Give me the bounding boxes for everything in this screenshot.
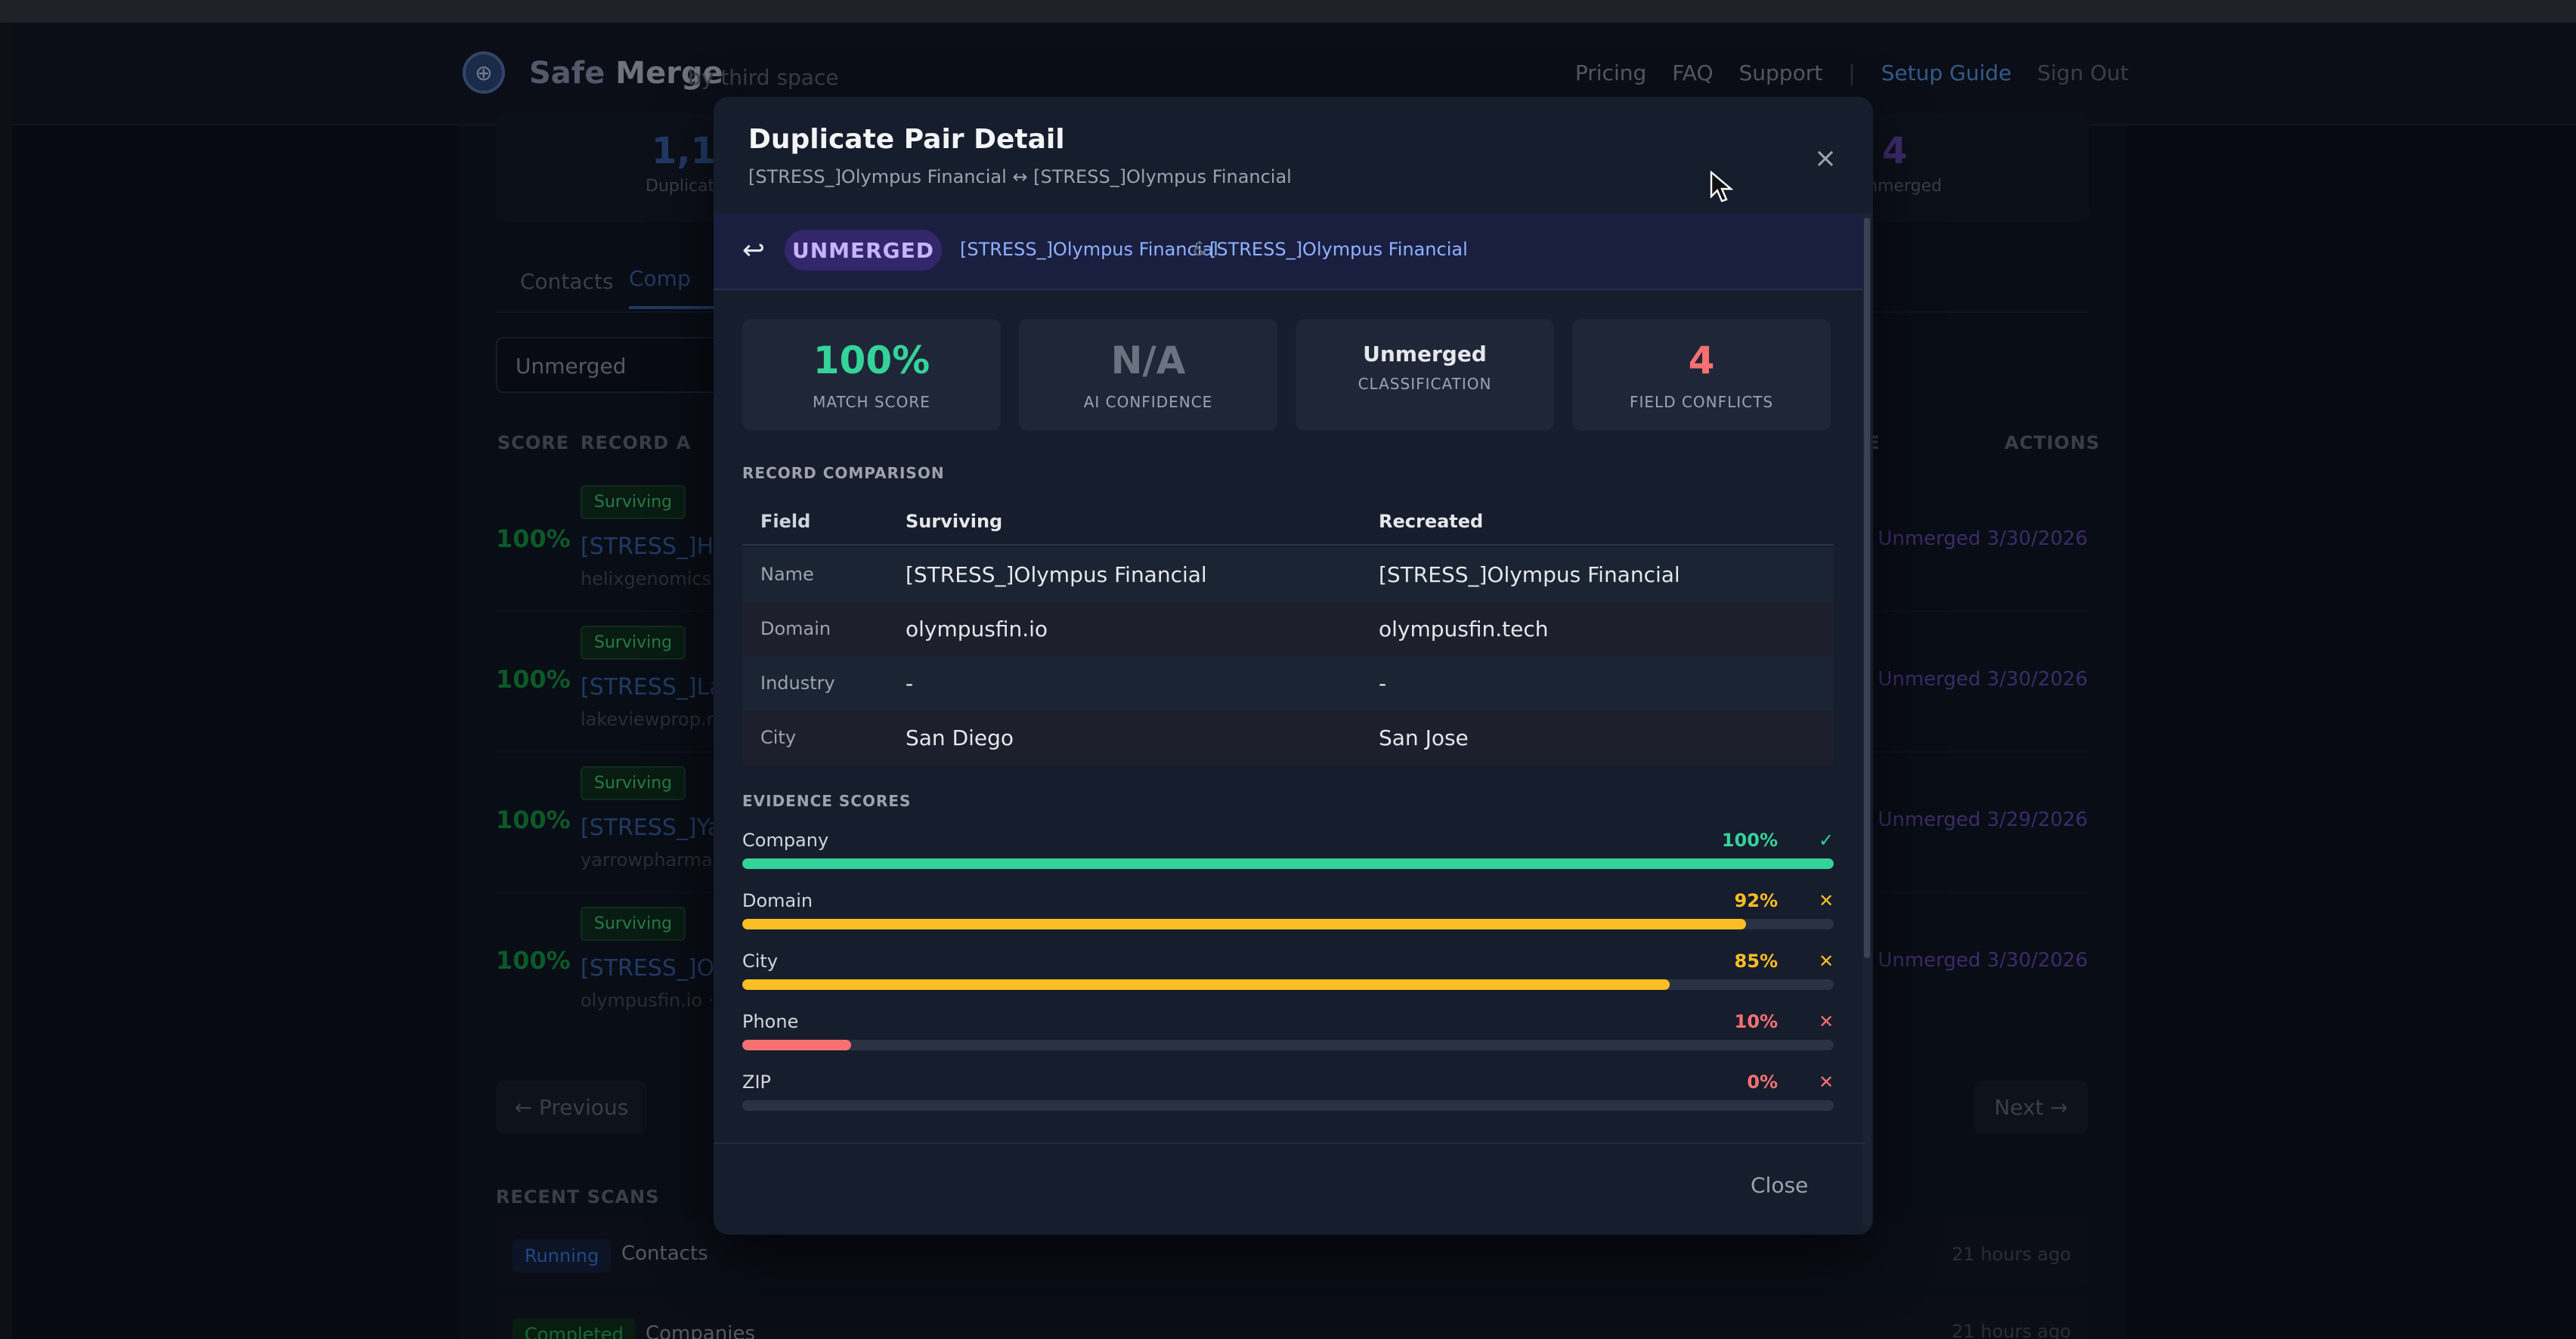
record-comparison-label: RECORD COMPARISON [742,464,945,482]
modal-footer-divider [714,1143,1865,1144]
comparison-surviving-value: [STRESS_]Olympus Financial [906,562,1207,587]
mouse-cursor-icon [1710,171,1734,203]
metric-value: N/A [1110,339,1186,382]
record-separator: & [1193,239,1207,260]
evidence-label: Phone [742,1011,799,1032]
evidence-bar-track [742,1040,1834,1050]
record-b-link[interactable]: [STRESS_]Olympus Financial [1209,239,1468,260]
metric-label: MATCH SCORE [813,393,930,411]
evidence-percent: 92% [1734,890,1778,911]
status-banner: ↩ UNMERGED [STRESS_]Olympus Financial & … [714,213,1865,290]
evidence-label: Domain [742,890,813,911]
close-icon[interactable]: × [1807,139,1844,177]
duplicate-pair-modal: Duplicate Pair Detail [STRESS_]Olympus F… [714,97,1873,1235]
comparison-surviving-value: San Diego [906,725,1014,750]
evidence-label: ZIP [742,1072,771,1093]
metric-value: 4 [1688,339,1715,382]
comparison-surviving-value: - [906,671,914,696]
x-icon: ✕ [1819,1011,1834,1032]
metric-label: CLASSIFICATION [1358,375,1492,393]
evidence-bar-track [742,979,1834,990]
evidence-label: Company [742,830,829,851]
modal-subtitle: [STRESS_]Olympus Financial ↔ [STRESS_]Ol… [748,166,1292,187]
undo-icon[interactable]: ↩ [735,231,772,269]
evidence-bar-track [742,858,1834,869]
comparison-field: Name [760,564,814,585]
evidence-percent: 10% [1734,1011,1778,1032]
comparison-field: Domain [760,618,831,639]
evidence-percent: 100% [1721,830,1778,851]
evidence-percent: 0% [1747,1072,1778,1093]
comparison-recreated-value: - [1379,671,1387,696]
evidence-scores-label: EVIDENCE SCORES [742,792,912,810]
evidence-bar-fill [742,858,1834,869]
close-button[interactable]: Close [1751,1173,1808,1198]
modal-title: Duplicate Pair Detail [748,124,1065,155]
metric-field-conflicts: 4 FIELD CONFLICTS [1572,319,1831,431]
comparison-header-recreated: Recreated [1379,511,1484,532]
comparison-recreated-value: olympusfin.tech [1379,617,1549,642]
comparison-row-name: Name [STRESS_]Olympus Financial [STRESS_… [742,547,1834,601]
x-icon: ✕ [1819,890,1834,911]
comparison-field: Industry [760,673,835,694]
comparison-field: City [760,727,797,748]
evidence-bar-fill [742,979,1670,990]
check-icon: ✓ [1819,830,1834,851]
metric-label: FIELD CONFLICTS [1629,393,1774,411]
comparison-header-divider [742,544,1834,546]
metric-value: Unmerged [1363,342,1487,366]
evidence-bar-fill [742,1040,852,1050]
x-icon: ✕ [1819,1072,1834,1093]
comparison-row-domain: Domain olympusfin.io olympusfin.tech [742,601,1834,656]
status-badge: UNMERGED [785,230,942,271]
metric-match-score: 100% MATCH SCORE [742,319,1001,431]
evidence-percent: 85% [1734,951,1778,972]
comparison-header-surviving: Surviving [906,511,1003,532]
modal-scrollbar-thumb[interactable] [1864,218,1870,958]
comparison-row-industry: Industry - - [742,656,1834,710]
comparison-recreated-value: San Jose [1379,725,1469,750]
comparison-row-city: City San Diego San Jose [742,710,1834,765]
evidence-bar-track [742,1100,1834,1111]
evidence-label: City [742,951,779,972]
metric-classification: Unmerged CLASSIFICATION [1296,319,1554,431]
metric-value: 100% [813,339,930,382]
x-icon: ✕ [1819,951,1834,972]
metric-ai-confidence: N/A AI CONFIDENCE [1019,319,1277,431]
record-a-link[interactable]: [STRESS_]Olympus Financial [960,239,1218,260]
metric-label: AI CONFIDENCE [1083,393,1213,411]
evidence-bar-fill [742,919,1747,929]
comparison-header-field: Field [760,511,811,532]
comparison-recreated-value: [STRESS_]Olympus Financial [1379,562,1680,587]
comparison-surviving-value: olympusfin.io [906,617,1048,642]
evidence-bar-track [742,919,1834,929]
